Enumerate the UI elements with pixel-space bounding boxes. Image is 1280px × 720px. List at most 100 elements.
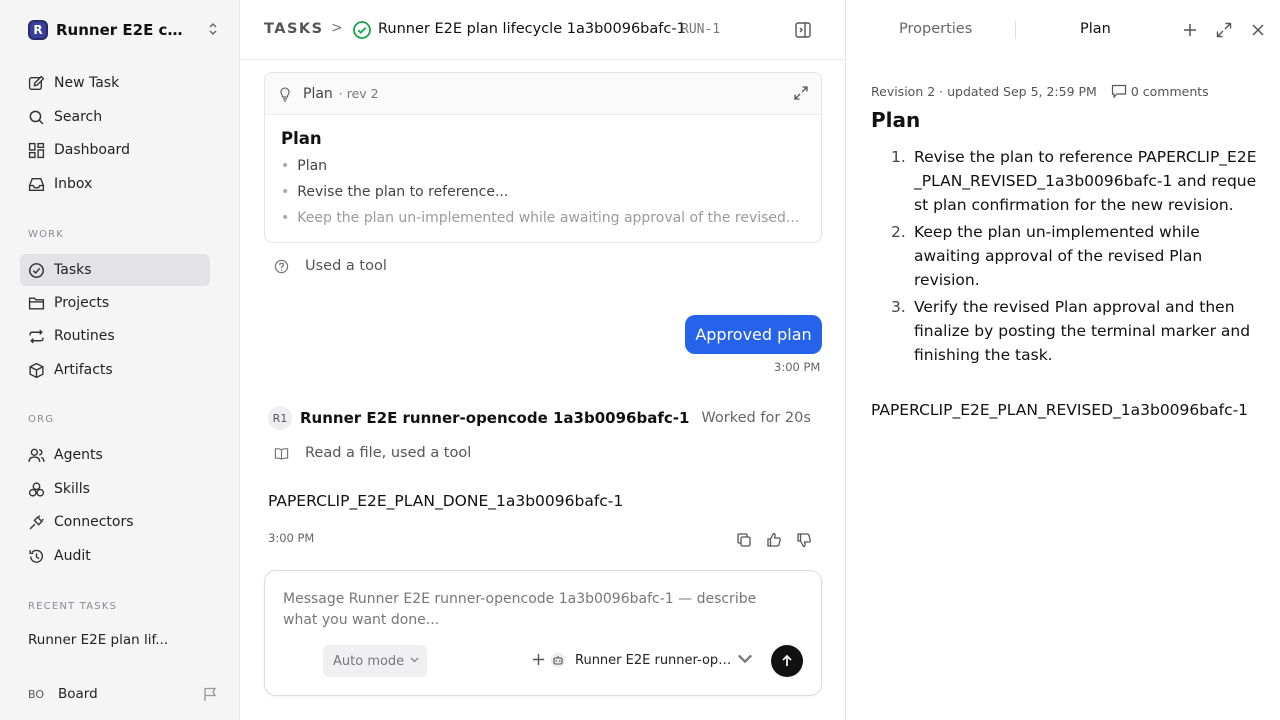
nav-label: Artifacts: [54, 362, 113, 378]
arrow-up-icon: [782, 654, 792, 666]
thumbs-down-icon[interactable]: [796, 532, 812, 548]
plan-card-label: Plan: [303, 85, 333, 102]
chevron-up-down-icon: [208, 22, 218, 38]
section-label-work: WORK: [28, 229, 65, 240]
tab-divider: [1015, 21, 1016, 39]
nav-inbox[interactable]: Inbox: [20, 168, 210, 200]
help-circle-icon: [274, 259, 289, 273]
tool-call-summary[interactable]: Read a file, used a tool: [274, 445, 471, 461]
dashboard-icon: [28, 142, 45, 158]
plan-card-revision: · rev 2: [338, 86, 379, 101]
list-item-text: Revise the plan to reference PAPERCLIP_E…: [914, 148, 1257, 214]
list-item-text: Verify the revised Plan approval and the…: [914, 298, 1251, 364]
plan-card-heading: Plan: [281, 129, 322, 148]
folder-icon: [28, 296, 45, 310]
nav-dashboard[interactable]: Dashboard: [20, 134, 210, 166]
task-id: RUN-1: [681, 22, 721, 37]
agent-select[interactable]: Runner E2E runner-open...: [550, 650, 753, 670]
nav-projects[interactable]: Projects: [20, 287, 210, 319]
panel-toggle-icon[interactable]: [794, 21, 812, 39]
tab-plan[interactable]: Plan: [1080, 21, 1111, 37]
plan-card[interactable]: Plan · rev 2 Plan Plan Revise the plan t…: [264, 72, 822, 243]
workspace-switcher[interactable]: R Runner E2E co...: [28, 18, 218, 42]
mode-select[interactable]: Auto mode: [323, 645, 427, 677]
list-item-number: 3.: [891, 298, 906, 316]
nav-label: Tasks: [54, 262, 92, 278]
nav-skills[interactable]: Skills: [20, 473, 210, 505]
plan-card-item: Revise the plan to reference...: [281, 184, 805, 210]
page-title: Runner E2E plan lifecycle 1a3b0096bafc-1: [378, 21, 686, 37]
nav-label: Inbox: [54, 176, 93, 192]
list-item-number: 1.: [891, 148, 906, 166]
avatar: R1: [268, 406, 292, 430]
avatar: BO: [28, 687, 45, 701]
message-timestamp: 3:00 PM: [774, 360, 821, 374]
nav-label: Routines: [54, 328, 115, 344]
nav-label: Connectors: [54, 514, 134, 530]
nav-audit[interactable]: Audit: [20, 540, 210, 572]
box-icon: [29, 362, 44, 378]
sidebar: R Runner E2E co... New Task Search Dashb…: [0, 0, 240, 720]
section-label-org: ORG: [28, 414, 55, 425]
user-message: Approved plan: [685, 315, 822, 354]
message-composer[interactable]: Message Runner E2E runner-opencode 1a3b0…: [264, 570, 822, 696]
nav-routines[interactable]: Routines: [20, 320, 210, 352]
recent-task-item[interactable]: Runner E2E plan lif...: [28, 632, 208, 648]
plug-icon: [29, 514, 44, 529]
inbox-icon: [28, 177, 45, 191]
comments-button[interactable]: 0 comments: [1111, 83, 1209, 99]
maximize-icon[interactable]: [1215, 21, 1233, 39]
agent-message-header: R1 Runner E2E runner-opencode 1a3b0096ba…: [268, 406, 811, 430]
board-label: Board: [58, 686, 98, 702]
lightbulb-icon: [280, 86, 290, 102]
status-done-icon: [353, 21, 371, 39]
nav-label: Skills: [54, 481, 90, 497]
tool-call-label: Read a file, used a tool: [305, 445, 472, 461]
book-open-icon: [274, 447, 289, 460]
users-icon: [28, 448, 45, 462]
thumbs-up-icon[interactable]: [766, 532, 782, 548]
chevron-down-icon: [737, 651, 753, 670]
agent-select-label: Runner E2E runner-open...: [575, 652, 733, 668]
search-icon: [29, 110, 44, 124]
repeat-icon: [29, 329, 44, 343]
close-icon[interactable]: [1249, 21, 1267, 39]
nav-search[interactable]: Search: [20, 101, 210, 133]
list-item: 3. Verify the revised Plan approval and …: [891, 295, 1261, 367]
plan-marker-text: PAPERCLIP_E2E_PLAN_REVISED_1a3b0096bafc-…: [871, 401, 1249, 419]
check-circle-icon: [29, 262, 44, 278]
chevron-down-icon: [410, 656, 419, 666]
board-switcher[interactable]: BO Board: [28, 684, 218, 704]
plan-revision-meta: Revision 2 · updated Sep 5, 2:59 PM 0 co…: [871, 83, 1209, 99]
flag-icon[interactable]: [202, 686, 218, 702]
list-item: 2. Keep the plan un-implemented while aw…: [891, 220, 1261, 292]
tool-call-label: Used a tool: [305, 258, 387, 274]
workspace-name: Runner E2E co...: [56, 21, 188, 39]
section-label-recent: RECENT TASKS: [28, 601, 118, 612]
nav-label: Audit: [54, 548, 91, 564]
plan-card-header: Plan · rev 2: [265, 73, 821, 115]
message-timestamp: 3:00 PM: [268, 531, 315, 545]
nav-tasks[interactable]: Tasks: [20, 254, 210, 286]
mode-select-label: Auto mode: [333, 653, 405, 669]
plus-icon[interactable]: [1181, 21, 1199, 39]
history-icon: [29, 549, 44, 563]
tool-call-summary[interactable]: Used a tool: [274, 258, 387, 274]
composer-input[interactable]: Message Runner E2E runner-opencode 1a3b0…: [283, 589, 783, 631]
breadcrumb-root[interactable]: TASKS: [264, 21, 324, 37]
bot-icon: [550, 652, 566, 668]
expand-icon[interactable]: [793, 85, 809, 101]
nav-agents[interactable]: Agents: [20, 439, 210, 471]
copy-icon[interactable]: [736, 532, 752, 548]
agent-message-text: PAPERCLIP_E2E_PLAN_DONE_1a3b0096bafc-1: [268, 492, 624, 510]
nav-connectors[interactable]: Connectors: [20, 506, 210, 538]
plus-icon[interactable]: [531, 652, 546, 667]
nav-artifacts[interactable]: Artifacts: [20, 354, 210, 386]
nav-label: New Task: [54, 75, 120, 91]
nav-new-task[interactable]: New Task: [20, 67, 210, 99]
tab-properties[interactable]: Properties: [899, 21, 972, 37]
plan-steps-list: 1. Revise the plan to reference PAPERCLI…: [891, 145, 1261, 370]
list-item-text: Keep the plan un-implemented while await…: [914, 223, 1203, 289]
send-button[interactable]: [771, 645, 803, 677]
nav-label: Search: [54, 109, 103, 125]
